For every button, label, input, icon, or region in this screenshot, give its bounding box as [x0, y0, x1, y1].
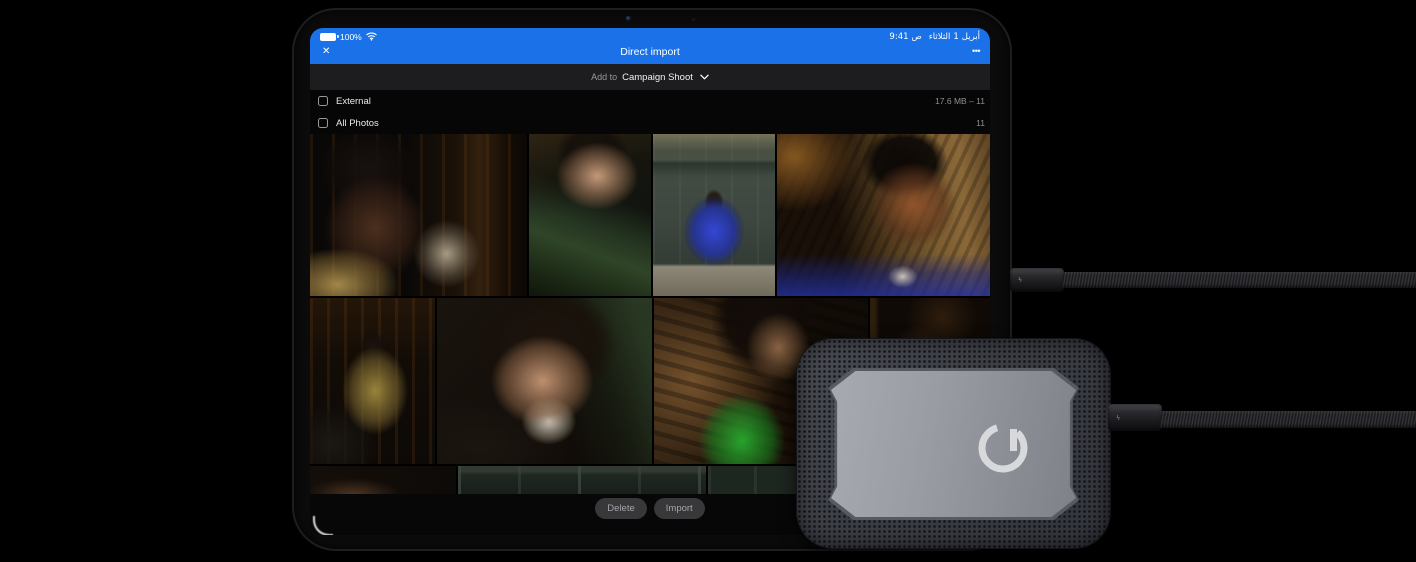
chevron-down-icon — [700, 74, 709, 80]
battery-percent: 100% — [340, 31, 362, 42]
usb-connector-drive: ϟ — [1108, 404, 1162, 431]
source-row-external[interactable]: External 17.6 MB – 11 — [310, 90, 990, 112]
photo-thumbnail[interactable] — [777, 134, 990, 296]
wifi-icon — [365, 32, 377, 41]
status-day: 1 — [953, 31, 959, 42]
scene: 100% 9:41 ص الثلاثاء 1 أبريل ✕ Direct im… — [0, 0, 1416, 562]
checkbox-all-photos[interactable] — [318, 118, 328, 128]
status-time: 9:41 — [889, 31, 909, 42]
more-options-icon[interactable]: ••• — [972, 44, 980, 58]
status-weekday: الثلاثاء — [928, 31, 951, 42]
add-to-dropdown[interactable]: Add to Campaign Shoot — [310, 64, 990, 90]
photo-thumbnail[interactable] — [437, 298, 652, 464]
import-button[interactable]: Import — [653, 498, 705, 519]
ambient-sensor — [692, 18, 695, 21]
add-to-label: Add to — [591, 72, 618, 82]
battery-icon — [320, 32, 339, 41]
photo-thumbnail[interactable] — [653, 134, 775, 296]
checkbox-external[interactable] — [318, 96, 328, 106]
drive-metal-plate — [831, 371, 1076, 517]
photo-thumbnail[interactable] — [529, 134, 651, 296]
status-month: أبريل — [961, 31, 980, 42]
source-row-all-photos[interactable]: All Photos 11 — [310, 112, 990, 134]
cable-to-ipad — [1062, 272, 1416, 288]
photo-thumbnail[interactable] — [310, 466, 456, 494]
source-label: External — [336, 95, 371, 107]
status-meridiem: ص — [911, 31, 922, 42]
source-meta: 17.6 MB – 11 — [935, 96, 985, 106]
cable-from-drive — [1160, 411, 1416, 428]
app-header: 100% 9:41 ص الثلاثاء 1 أبريل ✕ Direct im… — [310, 28, 990, 64]
status-left-cluster: 100% — [320, 30, 377, 43]
usb-connector-ipad: ϟ — [1010, 268, 1064, 292]
photo-thumbnail[interactable] — [458, 466, 706, 494]
drive-plate-bevel — [828, 368, 1079, 520]
source-label: All Photos — [336, 117, 379, 129]
delete-button[interactable]: Delete — [595, 498, 647, 519]
photo-thumbnail[interactable] — [310, 134, 527, 296]
page-title: Direct import — [620, 46, 680, 58]
app-title-bar: ✕ Direct import ••• — [310, 43, 990, 64]
photo-thumbnail[interactable] — [310, 298, 435, 464]
status-bar: 100% 9:41 ص الثلاثاء 1 أبريل — [310, 30, 990, 43]
g-drive-logo-icon — [978, 423, 1028, 473]
status-datetime: 9:41 ص الثلاثاء 1 أبريل — [889, 30, 980, 43]
thunderbolt-icon: ϟ — [1018, 276, 1023, 284]
source-meta: 11 — [976, 118, 985, 128]
add-to-value: Campaign Shoot — [622, 71, 693, 83]
thunderbolt-icon: ϟ — [1116, 413, 1121, 422]
front-camera — [626, 16, 631, 21]
external-ssd-drive — [797, 339, 1110, 548]
